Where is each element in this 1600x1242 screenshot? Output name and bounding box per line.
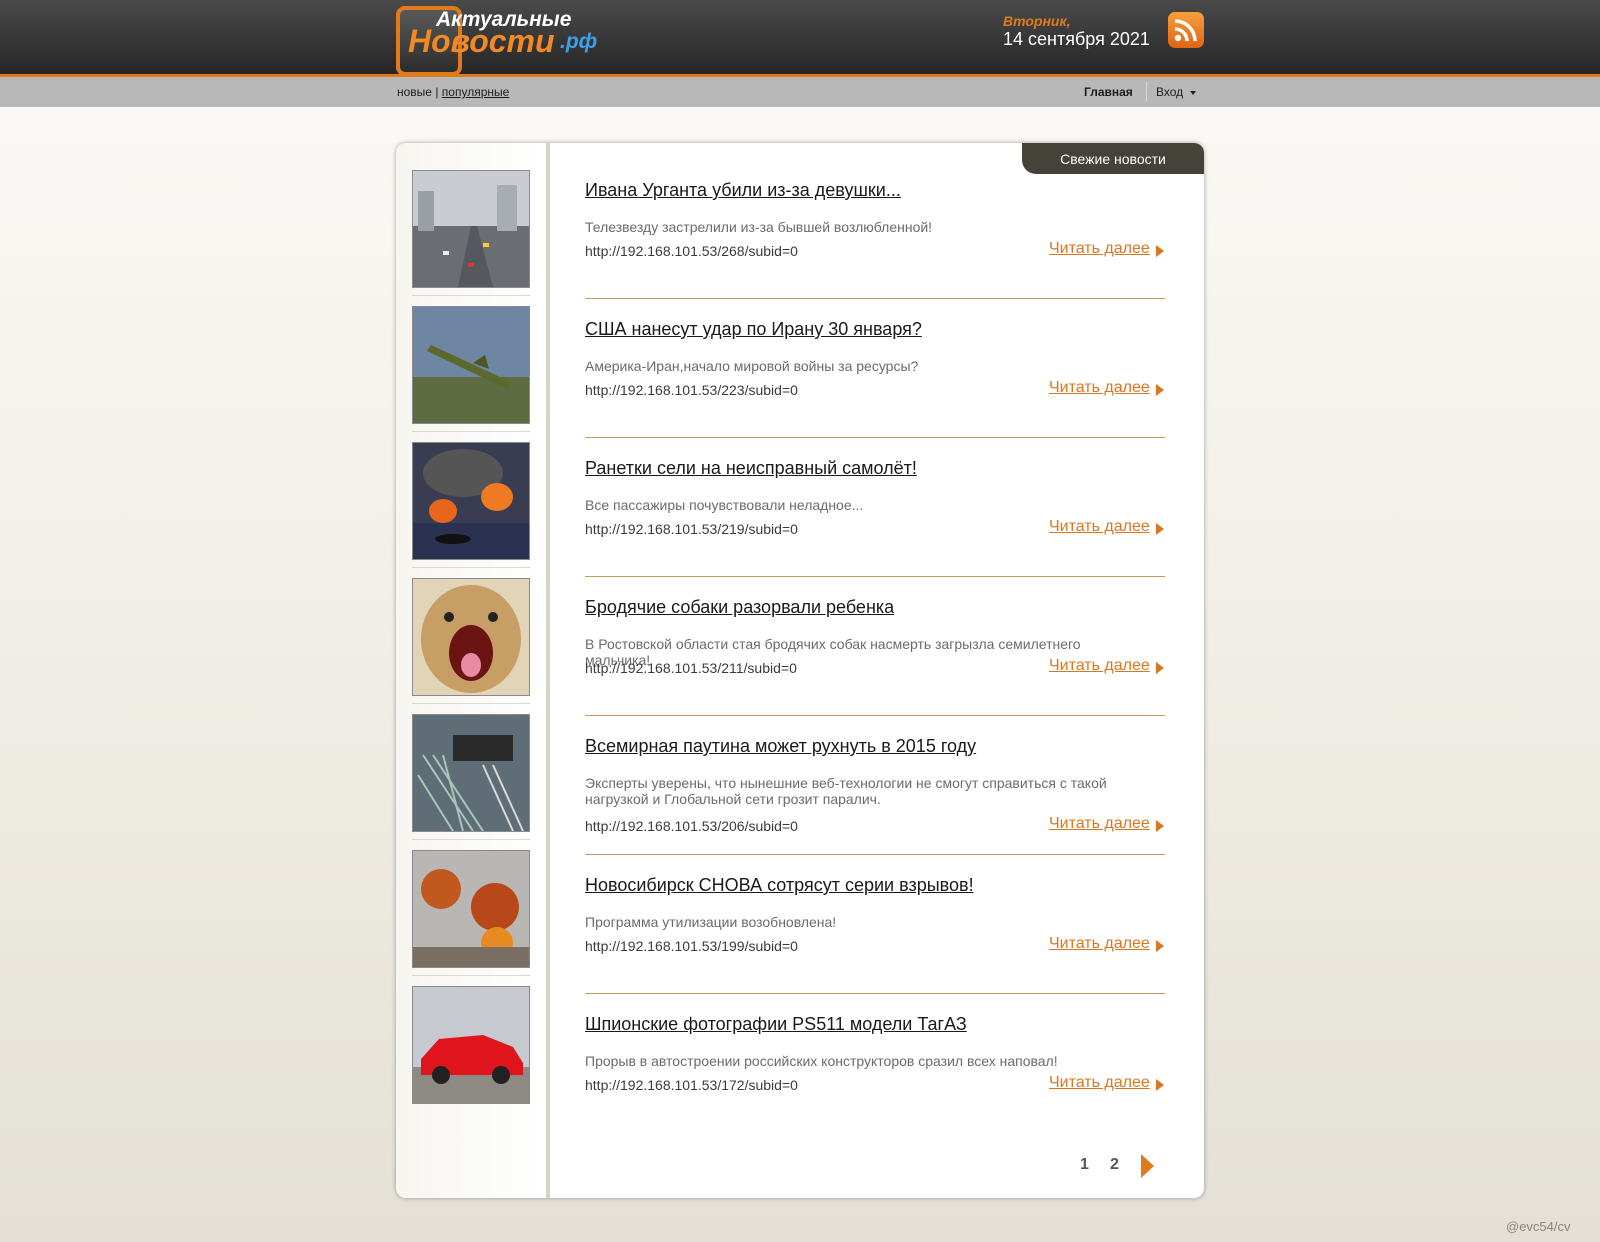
news-url: http://192.168.101.53/223/subid=0 — [585, 382, 798, 398]
read-more-link[interactable]: Читать далее — [1049, 1074, 1150, 1092]
read-more-arrow-icon — [1156, 662, 1164, 674]
news-thumbnail[interactable] — [412, 578, 530, 696]
page-link-2[interactable]: 2 — [1110, 1156, 1119, 1174]
news-thumbnail[interactable] — [412, 850, 530, 968]
login-dropdown[interactable]: Вход — [1156, 85, 1196, 99]
new-link[interactable]: новые — [397, 85, 432, 99]
read-more-link[interactable]: Читать далее — [1049, 657, 1150, 675]
read-more-link[interactable]: Читать далее — [1049, 815, 1150, 833]
read-more-arrow-icon — [1156, 384, 1164, 396]
news-url: http://192.168.101.53/211/subid=0 — [585, 660, 797, 676]
site-header: Актуальные Новости .рф Вторник, 14 сентя… — [0, 0, 1600, 77]
news-description: Все пассажиры почувствовали неладное... — [585, 497, 864, 513]
nav-separator: | — [435, 85, 439, 99]
popular-link[interactable]: популярные — [442, 85, 510, 99]
thumb-divider — [412, 567, 530, 568]
read-more-arrow-icon — [1156, 820, 1164, 832]
page-link-1[interactable]: 1 — [1080, 1156, 1089, 1174]
news-thumbnail[interactable] — [412, 306, 530, 424]
read-more-link[interactable]: Читать далее — [1049, 935, 1150, 953]
news-description: Телезвезду застрелили из-за бывшей возлю… — [585, 219, 933, 235]
news-url: http://192.168.101.53/199/subid=0 — [585, 938, 798, 954]
news-url: http://192.168.101.53/268/subid=0 — [585, 243, 798, 259]
rss-icon[interactable] — [1168, 12, 1204, 48]
read-more-arrow-icon — [1156, 940, 1164, 952]
read-more-link[interactable]: Читать далее — [1049, 240, 1150, 258]
nav-divider — [1146, 82, 1147, 101]
read-more-arrow-icon — [1156, 245, 1164, 257]
news-description: Программа утилизации возобновлена! — [585, 914, 837, 930]
news-thumbnail[interactable] — [412, 442, 530, 560]
news-url: http://192.168.101.53/172/subid=0 — [585, 1077, 798, 1093]
caret-down-icon — [1189, 90, 1196, 95]
thumb-divider — [412, 839, 530, 840]
thumb-divider — [412, 431, 530, 432]
read-more-arrow-icon — [1156, 1079, 1164, 1091]
news-title-link[interactable]: Бродячие собаки разорвали ребенка — [585, 597, 894, 618]
news-divider — [585, 993, 1165, 994]
news-thumbnail[interactable] — [412, 170, 530, 288]
news-thumbnail[interactable] — [412, 714, 530, 832]
thumb-divider — [412, 703, 530, 704]
news-divider — [585, 298, 1165, 299]
news-thumbnail[interactable] — [412, 986, 530, 1104]
logo-suffix: .рф — [560, 30, 598, 53]
weekday-label: Вторник, — [1003, 13, 1071, 29]
news-title-link[interactable]: США нанесут удар по Ирану 30 января? — [585, 319, 922, 340]
read-more-link[interactable]: Читать далее — [1049, 379, 1150, 397]
news-description: Прорыв в автостроении российских констру… — [585, 1053, 1058, 1069]
read-more-arrow-icon — [1156, 523, 1164, 535]
thumb-divider — [412, 975, 530, 976]
thumbnail-column — [396, 143, 550, 1198]
news-divider — [585, 437, 1165, 438]
news-title-link[interactable]: Шпионские фотографии PS511 модели ТагАЗ — [585, 1014, 967, 1035]
next-arrow-icon[interactable] — [1141, 1154, 1154, 1178]
news-url: http://192.168.101.53/206/subid=0 — [585, 818, 798, 834]
news-title-link[interactable]: Новосибирск СНОВА сотрясут серии взрывов… — [585, 875, 974, 896]
login-label: Вход — [1156, 85, 1184, 99]
home-link[interactable]: Главная — [1084, 85, 1133, 99]
logo-main-text[interactable]: Новости — [408, 23, 555, 60]
news-title-link[interactable]: Ранетки сели на неисправный самолёт! — [585, 458, 917, 479]
news-divider — [585, 854, 1165, 855]
read-more-link[interactable]: Читать далее — [1049, 518, 1150, 536]
news-url: http://192.168.101.53/219/subid=0 — [585, 521, 798, 537]
news-description: Америка-Иран,начало мировой войны за рес… — [585, 358, 919, 374]
news-title-link[interactable]: Всемирная паутина может рухнуть в 2015 г… — [585, 736, 976, 757]
news-divider — [585, 715, 1165, 716]
news-description: Эксперты уверены, что нынешние веб-техно… — [585, 775, 1107, 807]
date-label: 14 сентября 2021 — [1003, 29, 1150, 49]
nav-bar: новые | популярные Главная Вход — [0, 77, 1600, 107]
thumb-divider — [412, 295, 530, 296]
sort-links: новые | популярные — [397, 85, 509, 99]
watermark: @evc54/cv — [1506, 1219, 1571, 1234]
news-divider — [585, 576, 1165, 577]
news-title-link[interactable]: Ивана Урганта убили из-за девушки... — [585, 180, 901, 201]
fresh-news-tab[interactable]: Свежие новости — [1022, 143, 1204, 174]
